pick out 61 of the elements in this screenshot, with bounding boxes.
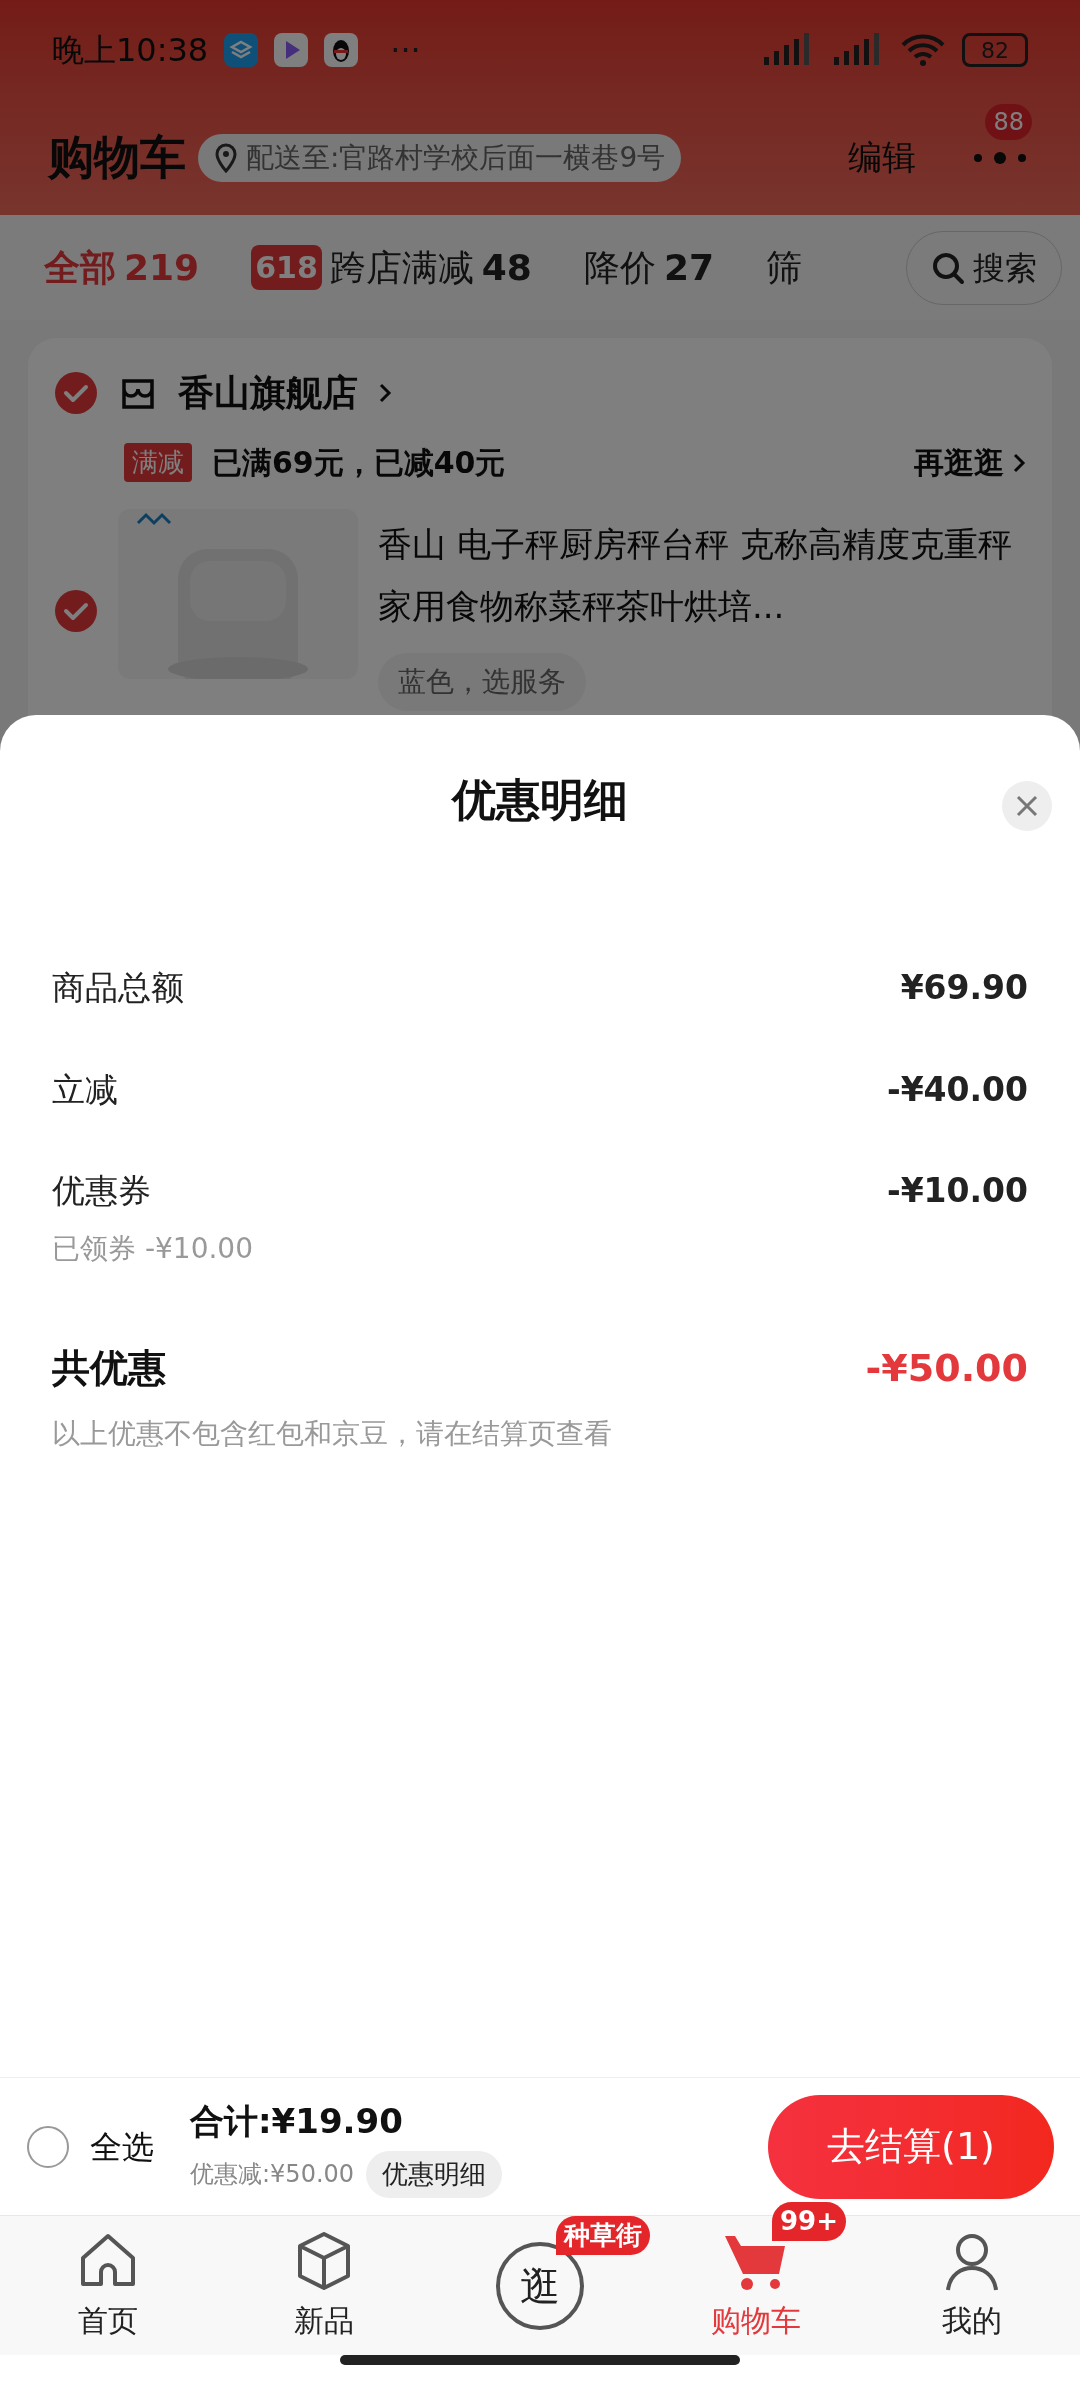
close-button[interactable] [1002, 781, 1052, 831]
more-icon[interactable] [972, 150, 1028, 165]
promo-badge: 618 [251, 245, 322, 290]
filter-tab[interactable]: 降价 27 [583, 240, 714, 295]
search-icon [931, 250, 965, 285]
discount-note: 以上优惠不包含红包和京豆，请在结算页查看 [52, 1415, 613, 1452]
tab-count: 27 [663, 245, 714, 290]
checked-checkbox[interactable] [54, 371, 98, 415]
total-price: 合计:¥19.90 [190, 2099, 404, 2143]
nav-label: 首页 [78, 2302, 138, 2340]
address-pill[interactable]: 配送至:官路村学校后面一横巷9号 [198, 133, 682, 182]
nav-badge: 99+ [772, 2202, 846, 2241]
play-icon [274, 33, 309, 67]
tab-count: 48 [481, 245, 532, 290]
delivery-address: 配送至:官路村学校后面一横巷9号 [246, 139, 666, 176]
discount-amount: 优惠减:¥50.00 [190, 2159, 355, 2190]
checked-checkbox[interactable] [54, 589, 98, 633]
discount-detail-button[interactable]: 优惠明细 [366, 2150, 503, 2198]
chevron-right-icon [1012, 451, 1026, 474]
app-icon [224, 33, 259, 67]
page-title: 购物车 [48, 129, 186, 186]
nav-label: 购物车 [711, 2302, 801, 2340]
promo-text: 已满69元，已减40元 [212, 444, 506, 482]
nav-label: 新品 [294, 2302, 354, 2340]
filter-tab[interactable]: 筛 [766, 240, 802, 295]
row-note: 已领券 -¥10.00 [52, 1230, 254, 1267]
unchecked-checkbox[interactable] [26, 2124, 70, 2169]
battery-indicator: 82 [962, 33, 1028, 67]
total-value: -¥50.00 [865, 1344, 1028, 1392]
row-value: -¥10.00 [886, 1170, 1028, 1212]
nav-label: 我的 [942, 2302, 1002, 2340]
spec-selector[interactable]: 蓝色，选服务 [378, 653, 586, 711]
nav-tab[interactable]: 首页 [75, 2228, 141, 2343]
penguin-icon [324, 33, 359, 67]
row-label: 立减 [52, 1068, 118, 1111]
location-pin-icon [214, 142, 238, 173]
nav-tab[interactable]: 新品 [294, 2228, 354, 2343]
wifi-icon [900, 33, 946, 67]
filter-tab[interactable]: 全部 219 [44, 240, 200, 295]
row-value: ¥69.90 [900, 967, 1028, 1009]
sheet-title: 优惠明细 [452, 773, 628, 827]
product-title[interactable]: 香山 电子秤厨房秤台秤 克称高精度克重秤家用食物称菜秤茶叶烘培... [378, 513, 1026, 637]
row-label: 商品总额 [52, 967, 184, 1009]
search-button[interactable]: 搜索 [906, 230, 1062, 305]
row-label: 优惠券 [52, 1170, 151, 1212]
checkout-button[interactable]: 去结算(1) [768, 2094, 1054, 2199]
store-name[interactable]: 香山旗舰店 [178, 366, 358, 420]
nav-badge: 种草街 [556, 2215, 650, 2255]
tab-count: 219 [124, 245, 200, 290]
filter-tab[interactable]: 618 跨店满减 48 [251, 240, 532, 295]
status-time: 晚上10:38 [52, 30, 209, 71]
close-icon [1015, 794, 1039, 818]
chevron-right-icon [378, 382, 392, 404]
more-notifications: ··· [390, 30, 421, 71]
shop-more-link[interactable]: 再逛逛 [914, 440, 1026, 485]
nav-tab[interactable]: 我的 [942, 2228, 1002, 2343]
row-value: -¥40.00 [886, 1068, 1028, 1111]
select-all-label[interactable]: 全选 [90, 2122, 154, 2171]
promo-tag: 满减 [124, 443, 192, 482]
total-label: 共优惠 [52, 1344, 166, 1392]
message-count-badge: 88 [985, 103, 1032, 140]
